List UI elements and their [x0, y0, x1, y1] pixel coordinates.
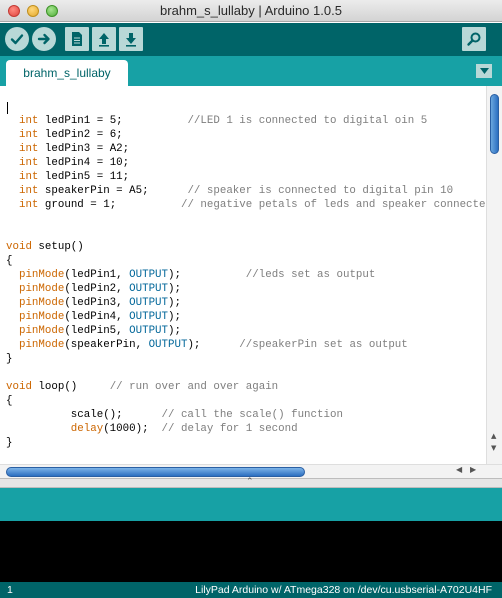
toolbar	[0, 23, 502, 56]
code-line: void loop() // run over and over again	[6, 381, 279, 393]
arrow-right-icon	[37, 33, 50, 45]
code-line: void setup()	[6, 241, 84, 253]
board-port-info: LilyPad Arduino w/ ATmega328 on /dev/cu.…	[195, 584, 492, 596]
code-line: int ledPin2 = 6;	[18, 129, 123, 141]
horizontal-scroll-thumb[interactable]	[6, 467, 305, 477]
code-line: {	[6, 255, 13, 267]
code-line: scale(); // call the scale() function	[6, 409, 343, 421]
serial-monitor-button[interactable]	[462, 27, 486, 51]
code-line: int ledPin4 = 10;	[18, 157, 130, 169]
window-title: brahm_s_lullaby | Arduino 1.0.5	[160, 3, 342, 18]
code-line: ​	[6, 226, 486, 240]
save-button[interactable]	[119, 27, 143, 51]
arrow-up-icon	[99, 33, 109, 47]
line-number: 1	[7, 584, 13, 596]
tab-brahm-s-lullaby[interactable]: brahm_s_lullaby	[6, 60, 128, 86]
code-line: int ledPin3 = A2;	[18, 143, 130, 155]
horizontal-scrollbar[interactable]: ◀ ▶	[0, 464, 502, 478]
code-line: }	[6, 437, 13, 449]
code-line: pinMode(ledPin1, OUTPUT); //leds set as …	[18, 269, 376, 281]
check-icon	[10, 34, 24, 45]
code-line: ​	[6, 450, 486, 464]
code-line: pinMode(ledPin2, OUTPUT);	[18, 283, 181, 295]
code-line: pinMode(speakerPin, OUTPUT); //speakerPi…	[18, 339, 408, 351]
code-line: int ground = 1; // negative petals of le…	[18, 199, 486, 211]
code-line: ​	[6, 212, 486, 226]
magnifier-icon	[467, 32, 481, 46]
code-line: int ledPin5 = 11;	[18, 171, 130, 183]
vertical-scrollbar[interactable]: ▲ ▼	[486, 86, 502, 464]
resize-grip-icon[interactable]: ⌃	[246, 477, 254, 487]
console-output	[0, 521, 502, 582]
open-button[interactable]	[92, 27, 116, 51]
tab-strip: brahm_s_lullaby	[0, 56, 502, 86]
code-line: {	[6, 395, 13, 407]
verify-button[interactable]	[5, 27, 29, 51]
editor-console-divider[interactable]: ⌃	[0, 477, 502, 488]
code-line: pinMode(ledPin5, OUTPUT);	[18, 325, 181, 337]
tab-menu-button[interactable]	[476, 64, 492, 78]
chevron-down-icon	[479, 68, 489, 74]
scroll-up-arrow-icon[interactable]: ▲	[491, 432, 496, 440]
scroll-right-arrow-icon[interactable]: ▶	[470, 465, 476, 474]
upload-button[interactable]	[32, 27, 56, 51]
arrow-down-icon	[126, 33, 136, 47]
status-bar: 1 LilyPad Arduino w/ ATmega328 on /dev/c…	[0, 582, 502, 598]
code-editor[interactable]: ​ int ledPin1 = 5; //LED 1 is connected …	[0, 86, 486, 464]
code-line: ​	[6, 366, 486, 380]
code-line: pinMode(ledPin4, OUTPUT);	[18, 311, 181, 323]
code-line: int ledPin1 = 5; //LED 1 is connected to…	[18, 115, 428, 127]
code-line: }	[6, 353, 13, 365]
new-file-icon	[72, 32, 82, 46]
new-button[interactable]	[65, 27, 89, 51]
message-area	[0, 488, 502, 521]
code-text: ​ int ledPin1 = 5; //LED 1 is connected …	[6, 100, 486, 464]
scroll-left-arrow-icon[interactable]: ◀	[456, 465, 462, 474]
code-line: delay(1000); // delay for 1 second	[70, 423, 298, 435]
code-line: int speakerPin = A5; // speaker is conne…	[18, 185, 454, 197]
vertical-scroll-thumb[interactable]	[490, 94, 499, 154]
code-line: ​	[6, 100, 486, 114]
scroll-down-arrow-icon[interactable]: ▼	[491, 444, 496, 452]
code-line: pinMode(ledPin3, OUTPUT);	[18, 297, 181, 309]
title-bar: brahm_s_lullaby | Arduino 1.0.5	[0, 0, 502, 22]
